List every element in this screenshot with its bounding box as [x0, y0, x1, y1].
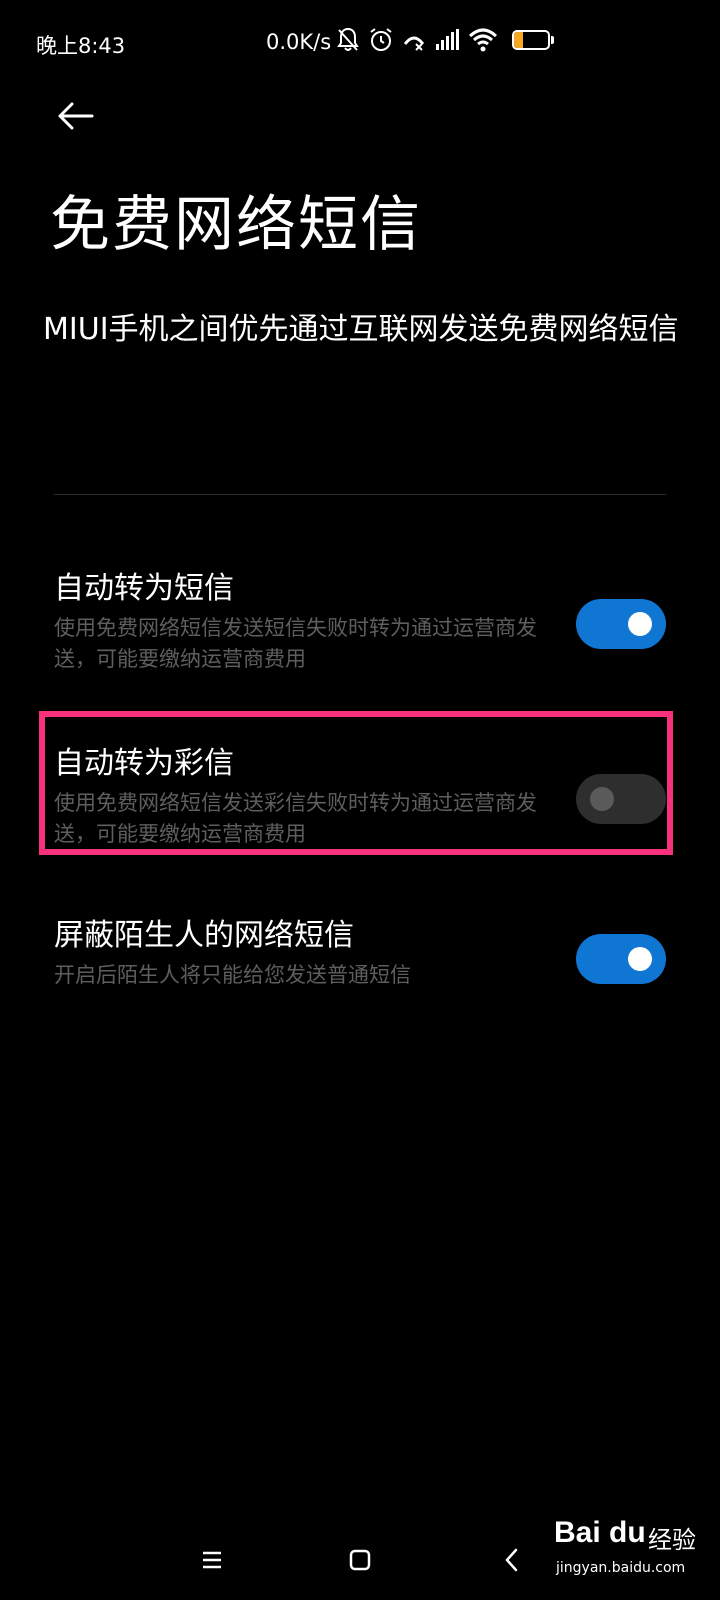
setting-block-strangers[interactable]: 屏蔽陌生人的网络短信 开启后陌生人将只能给您发送普通短信	[54, 916, 666, 991]
setting-auto-sms[interactable]: 自动转为短信 使用免费网络短信发送短信失败时转为通过运营商发送，可能要缴纳运营商…	[54, 569, 666, 675]
toggle-knob	[628, 612, 652, 636]
setting-title: 自动转为彩信	[54, 746, 234, 781]
back-arrow-icon	[58, 102, 94, 130]
watermark-url: jingyan.baidu.com	[556, 1560, 686, 1576]
setting-subtitle: 开启后陌生人将只能给您发送普通短信	[54, 963, 411, 987]
toggle-knob	[628, 947, 652, 971]
signal-icon	[434, 26, 460, 54]
setting-title: 屏蔽陌生人的网络短信	[54, 918, 354, 953]
setting-title: 自动转为短信	[54, 571, 234, 606]
battery-level: 27	[522, 33, 540, 47]
nav-back-button[interactable]	[490, 1538, 534, 1582]
alarm-icon	[368, 26, 394, 54]
baidu-watermark: Bai du 经验 jingyan.baidu.com	[552, 1508, 712, 1594]
home-icon	[349, 1549, 371, 1571]
page-title: 免费网络短信	[50, 190, 422, 260]
menu-button[interactable]	[190, 1538, 234, 1582]
menu-icon	[203, 1551, 221, 1569]
status-time: 晚上8:43	[36, 34, 126, 58]
setting-subtitle: 使用免费网络短信发送彩信失败时转为通过运营商发送，可能要缴纳运营商费用	[54, 791, 537, 846]
page-description: MIUI手机之间优先通过互联网发送免费网络短信	[43, 312, 679, 347]
back-button[interactable]	[52, 96, 100, 136]
wifi-icon	[468, 26, 498, 54]
divider	[54, 494, 666, 495]
block-strangers-toggle[interactable]	[576, 934, 666, 984]
setting-subtitle: 使用免费网络短信发送短信失败时转为通过运营商发送，可能要缴纳运营商费用	[54, 616, 537, 671]
bell-off-icon	[336, 26, 360, 54]
toggle-knob	[590, 787, 614, 811]
call-forward-icon	[402, 26, 426, 54]
watermark-text: 经验	[648, 1526, 696, 1554]
battery-icon: 27	[512, 30, 550, 50]
back-icon	[505, 1548, 518, 1572]
home-button[interactable]	[338, 1538, 382, 1582]
network-speed: 0.0K/s	[266, 30, 332, 54]
auto-sms-toggle[interactable]	[576, 599, 666, 649]
auto-mms-toggle[interactable]	[576, 774, 666, 824]
baidu-logo: Bai du	[554, 1516, 646, 1549]
setting-auto-mms[interactable]: 自动转为彩信 使用免费网络短信发送彩信失败时转为通过运营商发送，可能要缴纳运营商…	[54, 744, 666, 850]
status-bar: 晚上8:43 0.0K/s 27	[0, 0, 720, 84]
battery-cap	[551, 36, 554, 44]
